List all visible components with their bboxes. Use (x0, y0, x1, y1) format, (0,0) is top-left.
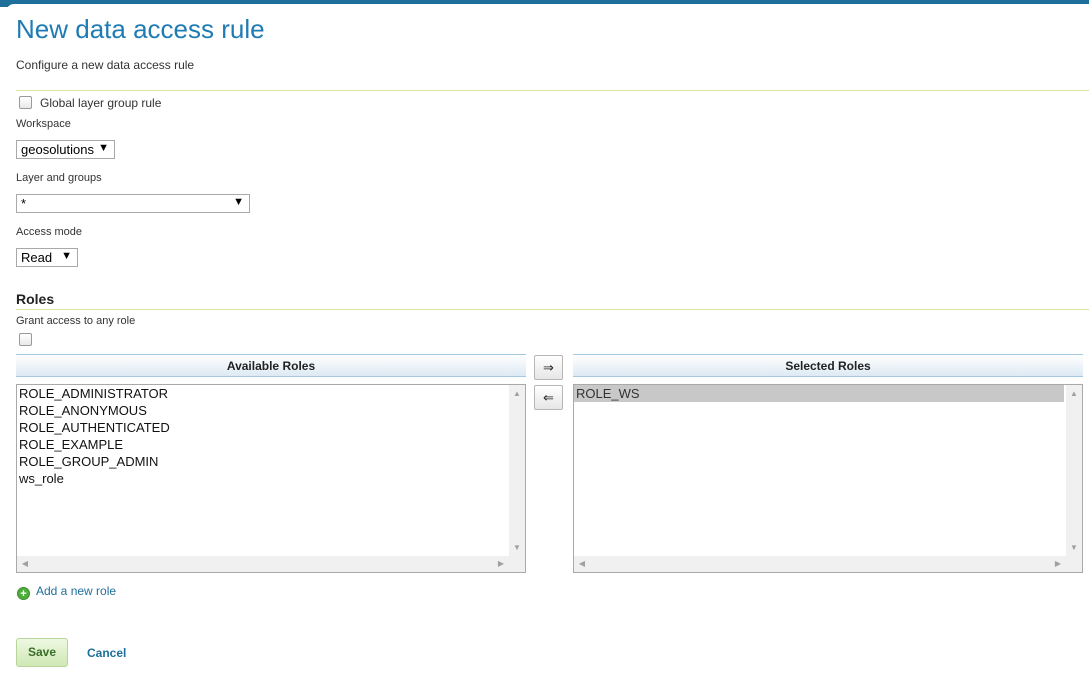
scroll-corner (1066, 556, 1082, 572)
workspace-select[interactable]: geosolutions ▼ (16, 140, 115, 159)
roles-section-title: Roles (16, 291, 55, 307)
cancel-link[interactable]: Cancel (87, 646, 126, 660)
horizontal-scrollbar[interactable]: ◀ ▶ (574, 556, 1066, 572)
available-role-item[interactable]: ROLE_ANONYMOUS (17, 402, 525, 419)
global-layer-group-label: Global layer group rule (40, 96, 162, 110)
save-button[interactable]: Save (16, 638, 68, 667)
access-mode-label: Access mode (16, 226, 83, 238)
available-role-item[interactable]: ws_role (17, 470, 525, 487)
available-roles-list[interactable]: ROLE_ADMINISTRATOR ROLE_ANONYMOUS ROLE_A… (16, 384, 526, 573)
selected-role-item[interactable]: ROLE_WS (574, 385, 1064, 402)
vertical-scrollbar[interactable]: ▲ ▼ (1066, 385, 1082, 556)
vertical-scrollbar[interactable]: ▲ ▼ (509, 385, 525, 556)
available-role-item[interactable]: ROLE_AUTHENTICATED (17, 419, 525, 436)
page-description: Configure a new data access rule (16, 58, 195, 72)
available-role-item[interactable]: ROLE_ADMINISTRATOR (17, 385, 525, 402)
chevron-down-icon: ▼ (61, 250, 72, 262)
page-title: New data access rule (16, 14, 265, 44)
access-mode-select[interactable]: Read ▼ (16, 248, 78, 267)
header-divider (16, 90, 1089, 91)
scroll-right-icon[interactable]: ▶ (493, 559, 509, 568)
layer-select-value: * (21, 196, 27, 211)
access-mode-select-value: Read (21, 250, 53, 265)
workspace-select-value: geosolutions (21, 142, 94, 157)
scroll-right-icon[interactable]: ▶ (1050, 559, 1066, 568)
add-new-role-label: Add a new role (36, 584, 117, 598)
add-icon: + (17, 587, 30, 600)
move-to-available-button[interactable]: ⇐ (534, 385, 563, 410)
layer-select[interactable]: * ▼ (16, 194, 250, 213)
horizontal-scrollbar[interactable]: ◀ ▶ (17, 556, 509, 572)
grant-any-role-checkbox[interactable] (19, 333, 32, 346)
selected-roles-list[interactable]: ROLE_WS ▲ ▼ ◀ ▶ (573, 384, 1083, 573)
selected-roles-header: Selected Roles (573, 354, 1083, 377)
workspace-label: Workspace (16, 118, 71, 130)
scroll-down-icon[interactable]: ▼ (1066, 543, 1082, 552)
layer-label: Layer and groups (16, 172, 102, 184)
global-layer-group-checkbox[interactable] (19, 96, 32, 109)
scroll-left-icon[interactable]: ◀ (17, 559, 33, 568)
roles-divider (16, 309, 1089, 310)
chevron-down-icon: ▼ (98, 142, 109, 154)
available-role-item[interactable]: ROLE_GROUP_ADMIN (17, 453, 525, 470)
grant-any-role-label: Grant access to any role (16, 315, 136, 327)
scroll-corner (509, 556, 525, 572)
scroll-down-icon[interactable]: ▼ (509, 543, 525, 552)
scroll-up-icon[interactable]: ▲ (1066, 389, 1082, 398)
scroll-left-icon[interactable]: ◀ (574, 559, 590, 568)
move-to-selected-button[interactable]: ⇒ (534, 355, 563, 380)
scroll-up-icon[interactable]: ▲ (509, 389, 525, 398)
chevron-down-icon: ▼ (233, 196, 244, 208)
available-role-item[interactable]: ROLE_EXAMPLE (17, 436, 525, 453)
content-frame-edge (6, 4, 1089, 14)
available-roles-header: Available Roles (16, 354, 526, 377)
add-new-role-link[interactable]: + Add a new role (17, 584, 116, 600)
